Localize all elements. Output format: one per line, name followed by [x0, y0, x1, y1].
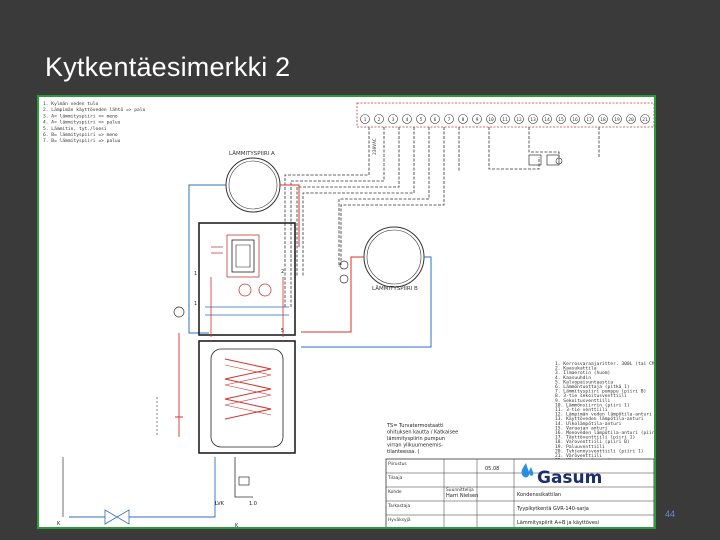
terminal-number: 11 — [502, 117, 508, 123]
terminal-number: 13 — [530, 117, 536, 123]
terminal-number: 9 — [476, 117, 479, 123]
project-name: Tyypikytkentä GVR-140-sarja — [516, 506, 589, 512]
page-number: 44 — [665, 509, 676, 519]
terminal-strip: 1 2 3 4 5 6 7 8 9 10 11 12 13 14 15 16 17 18 19 20 21 230VAC — [356, 102, 654, 155]
terminal-number: 21 — [642, 117, 648, 123]
legend-line: 7. B= lämmityspiiri => paluu — [43, 138, 121, 144]
doc-type: Kondenssikattilan — [517, 492, 561, 498]
legend-line: 4. A= lämmityspiiri => paluu — [43, 120, 121, 126]
title-block-row-label: Hyväksyjä — [388, 517, 411, 523]
terminal-number: 2 — [378, 117, 381, 123]
hot-water-tank — [198, 340, 296, 454]
note-line: lämmityspiirin pumpun — [387, 436, 445, 442]
note-line: tilanteessa. ( — [387, 449, 420, 455]
lvk-label: LVK — [215, 501, 225, 507]
legend-line: 5. Lämmitin, tyt./loesi — [43, 126, 107, 132]
terminal-number: 12 — [516, 117, 522, 123]
terminal-number: 7 — [448, 117, 451, 123]
boiler-cabinet: 1 1 2 5 — [194, 222, 296, 337]
circuit-b-label: LÄMMITYSPIIRI B — [372, 285, 418, 292]
note-line: virran ylikuumenemis- — [387, 443, 443, 449]
voltage-label: 230VAC — [372, 138, 378, 155]
drawn-label: Suunnittelija — [446, 487, 474, 493]
title-block-row-label: Kohde — [388, 489, 402, 495]
title-block-row-label: Tarkastaja — [387, 503, 411, 509]
legend-line: 3. A= lämmityspiiri => meno — [43, 113, 118, 119]
connection-diagram: 1. Kylmän veden tulo 2. Lämpimän käyttöve… — [37, 95, 656, 529]
drawn-value: Harri Nielsen — [446, 493, 478, 499]
terminal-number: 14 — [544, 117, 550, 123]
terminal-number: 16 — [572, 117, 578, 123]
terminal-number: 18 — [600, 117, 606, 123]
terminal-number: 15 — [558, 117, 564, 123]
terminal-number: 17 — [586, 117, 592, 123]
terminal-number: 20 — [628, 117, 634, 123]
control-cables — [284, 127, 600, 307]
terminal-number: 6 — [434, 117, 437, 123]
note-line: ohituksen kautta / Katkaisee — [387, 430, 458, 436]
terminal-number: 8 — [462, 117, 465, 123]
terminal-number: 1 — [364, 117, 367, 123]
svg-text:5: 5 — [281, 328, 284, 334]
legend-connections: 1. Kylmän veden tulo2. Lämpimän käyttöve… — [43, 101, 146, 144]
circuit-a-label: LÄMMITYSPIIRI A — [229, 150, 275, 157]
svg-text:K: K — [57, 521, 61, 527]
note-line: TS= Turvatermostaatti — [386, 423, 444, 429]
title-block-row-label: Piirustus — [388, 461, 407, 467]
heating-circuit-a: LÄMMITYSPIIRI A — [188, 150, 300, 334]
title-block-row-label: Tilaaja — [387, 475, 403, 481]
legend-line: 1. Kylmän veden tulo — [43, 101, 99, 107]
terminal-number: 10 — [488, 117, 494, 123]
svg-text:1: 1 — [194, 301, 197, 307]
brand-text: Gasum — [537, 468, 602, 488]
subject: Lämmityspiirit A+B ja käyttövesi — [517, 520, 599, 526]
safety-note: TS= Turvatermostaattiohituksen kautta / … — [386, 423, 458, 455]
terminal-number: 4 — [406, 117, 409, 123]
legend-line: 6. B= lämmityspiiri => meno — [43, 132, 118, 138]
terminal-number: 3 — [392, 117, 395, 123]
svg-text:2: 2 — [281, 269, 284, 275]
heating-circuit-b: LÄMMITYSPIIRI B — [301, 226, 432, 348]
legend-line: 2. Lämpimän käyttöveden lähtö => palu — [43, 107, 146, 113]
date-value: 05.08 — [485, 466, 499, 472]
lvk-value: 1.0 — [249, 501, 257, 507]
title-block: Piirustus Tilaaja Kohde Tarkastaja Hyväksyjä… — [385, 458, 654, 527]
svg-text:1: 1 — [194, 271, 197, 277]
terminal-number: 19 — [614, 117, 620, 123]
component-list: 1. Kerrosvaraajaritter. 300L (tai CM-WE)… — [555, 361, 654, 464]
terminal-number: 5 — [420, 117, 423, 123]
slide-title: Kytkentäesimerkki 2 — [45, 52, 291, 82]
svg-text:K: K — [235, 523, 239, 529]
